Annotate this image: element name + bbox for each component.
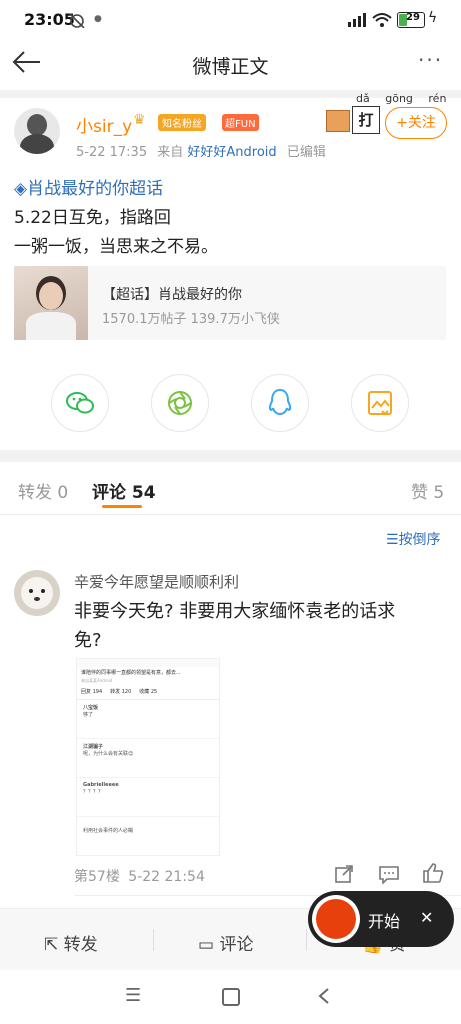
comment-floor: 第57楼 [74,869,120,885]
comment-username[interactable]: 辛爱今年愿望是顺顺利利 [74,571,239,592]
avatar[interactable] [14,108,60,154]
fan-badge: 知名粉丝 [158,114,206,131]
post-edited: 已编辑 [286,145,326,160]
record-start-label[interactable]: 开始 [368,908,400,932]
comment-image-tab: 回复 194 [81,689,103,695]
tab-repost[interactable]: 转发 0 [18,478,68,503]
comment-icon: ▭ [198,935,215,955]
topic-card[interactable]: 【超话】肖战最好的你 1570.1万帖子 139.7万小飞侠 [14,266,446,340]
divider [0,514,461,515]
post-text-line2: 一粥一饭，当思来之不易。 [14,237,218,257]
floating-record-widget[interactable]: 开始 ✕ [308,891,454,947]
comment-image-row-name: 八宝饭 [83,705,99,711]
nav-home-icon[interactable] [222,988,240,1006]
share-moments[interactable] [151,374,209,432]
tab-comment[interactable]: 评论 54 [92,478,156,503]
charging-icon: ϟ [428,10,438,26]
sort-label: 按倒序 [398,532,441,548]
comment-image[interactable]: 谁陪伴的同事哪一直都的领望是有意，都去... 来自某某Android 回复 19… [76,658,220,856]
bottom-repost-label: 转发 [63,935,98,955]
pinyin-2: gōng [385,92,413,105]
qq-icon [268,388,292,416]
comment-image-row-name: 江湖骗子 [83,744,104,750]
topic-card-stats: 1570.1万帖子 139.7万小飞侠 [102,312,280,327]
header-bar: 微博正文 ··· [0,40,461,90]
wifi-icon [372,13,392,27]
record-button[interactable] [312,895,360,943]
comment-time: 5-22 21:54 [128,869,205,885]
comment-image-tab: 转发 120 [110,689,132,695]
tab-like[interactable]: 赞 5 [411,478,444,503]
status-bar: 23:05 ● 29 ϟ [0,0,461,40]
sticker-brick-icon [326,110,350,132]
wechat-icon [66,392,94,414]
pinyin-1: dǎ [356,92,370,105]
bottom-comment-button[interactable]: ▭ 评论 [198,930,253,955]
post-date: 5-22 17:35 [76,145,148,160]
signal-icon [348,13,366,27]
alarm-off-icon [69,13,85,28]
comment-share-icon[interactable] [334,864,354,884]
close-icon[interactable]: ✕ [420,908,433,927]
repost-icon: ⇱ [44,935,59,955]
moments-icon [168,391,192,415]
comment-image-row-text: 呢，为什么会有关联😊 [83,751,134,757]
more-menu-icon[interactable]: ··· [418,48,443,72]
comment-image-row-name: Gabrielleeee [83,782,119,788]
share-qq[interactable] [251,374,309,432]
comment-image-row-text: 够了 [83,712,94,718]
system-nav-bar: ☰ [0,975,461,1024]
post-from: 来自 [157,145,184,160]
page-title: 微博正文 [192,56,269,78]
comment-like-icon[interactable] [422,862,444,884]
nav-back-icon[interactable] [318,987,330,1005]
comment-image-row-text: 利用社会事件的人必糊 [83,828,134,834]
sticker-char: 打 [352,106,380,134]
record-dot-icon [316,899,356,939]
post-meta: 5-22 17:35 来自 好好好Android 已编辑 [76,141,326,160]
diamond-icon: ◈ [14,179,28,199]
topic-card-image [14,266,88,340]
bottom-comment-label: 评论 [219,935,254,955]
comment-text-line1: 非要今天免? 非要用大家缅怀袁老的话求 [74,601,396,622]
share-save-image[interactable] [351,374,409,432]
follow-button[interactable]: +关注 [385,107,447,139]
sort-button[interactable]: ☰按倒序 [386,529,441,549]
nav-menu-icon[interactable]: ☰ [125,985,141,1006]
topic-card-title: 【超话】肖战最好的你 [102,287,242,303]
share-wechat[interactable] [51,374,109,432]
comment-meta: 第57楼 5-22 21:54 [74,866,205,886]
post-username[interactable]: 小sir_y [76,112,132,137]
bottom-repost-button[interactable]: ⇱ 转发 [44,930,98,955]
fun-badge: 超FUN [222,114,259,131]
comment-image-headline: 谁陪伴的同事哪一直都的领望是有意，都去... [81,670,181,676]
comment-reply-icon[interactable] [378,864,400,884]
crown-icon: ♛ [133,112,146,128]
pinyin-sticker: dǎ gōng rén [356,92,446,105]
comment-image-row-text: ？？？？ [83,789,104,795]
battery-level: 29 [406,12,420,23]
comment-image-tab: 收藏 25 [139,689,158,695]
topic-link[interactable]: ◈肖战最好的你超话 [14,174,163,199]
sort-icon: ☰ [386,532,399,548]
topic-label: 肖战最好的你超话 [27,179,164,199]
comment-text-line2: 免? [74,630,102,651]
notification-dot-icon: ● [94,14,102,24]
post-text-line1: 5.22日互免，指路回 [14,208,171,228]
battery-icon: 29 [397,12,425,28]
tab-indicator [102,505,142,508]
save-image-icon [368,391,392,416]
comment-avatar[interactable] [14,570,60,616]
post-source[interactable]: 好好好Android [187,145,276,160]
pinyin-3: rén [428,92,447,105]
divider [0,450,461,462]
